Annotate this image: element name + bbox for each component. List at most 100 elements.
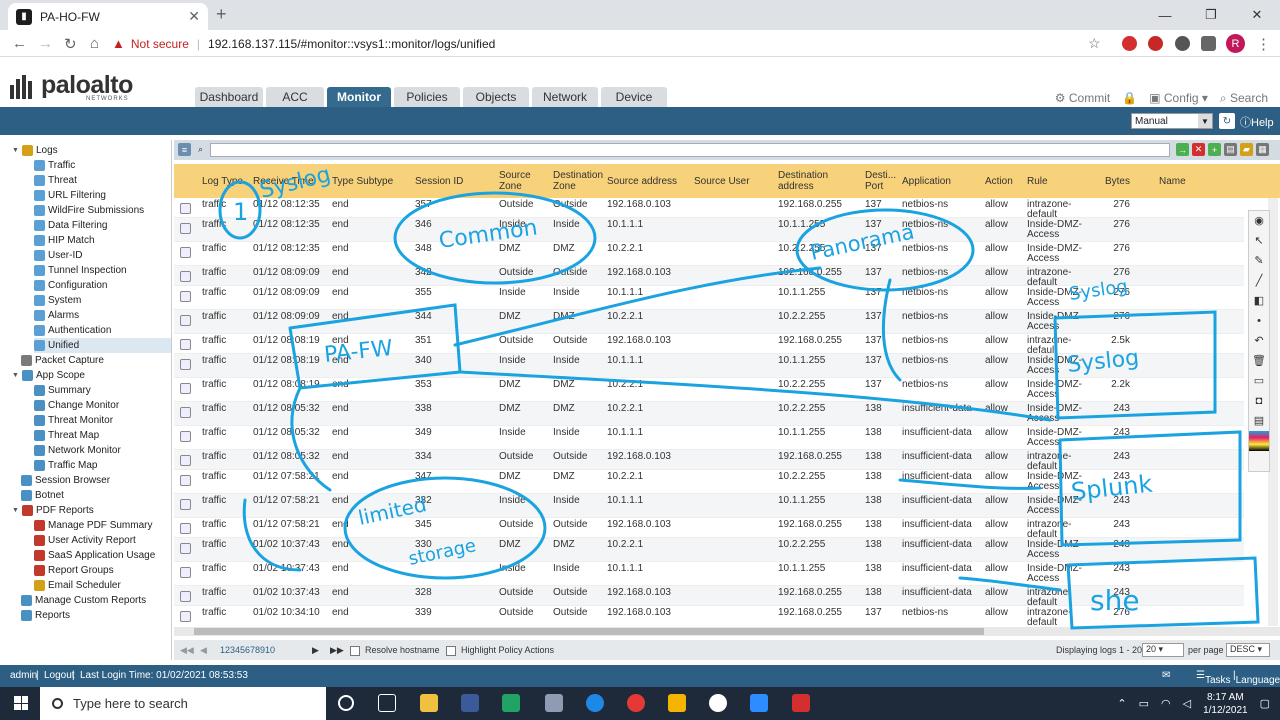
undo-icon[interactable]: ↶ [1249,331,1269,351]
page-numbers[interactable]: 12345678910 [220,645,275,655]
table-row[interactable]: traffic 01/12 08:08:19 end 340 Inside Inside 1… [174,354,1244,378]
tab-policies[interactable]: Policies [394,87,460,107]
log-detail-icon[interactable] [180,271,191,282]
per-page-select[interactable]: 20 ▾ [1142,643,1184,657]
log-detail-icon[interactable] [180,291,191,302]
table-row[interactable]: traffic 01/02 10:37:43 end 328 Outside Outsid… [174,586,1244,608]
inkscape-icon[interactable] [709,694,727,712]
table-row[interactable]: traffic 01/12 08:05:32 end 349 Inside Inside 1… [174,426,1244,450]
table-row[interactable]: traffic 01/12 07:58:21 end 345 Outside Outsid… [174,518,1244,540]
column-header-application[interactable]: Application [902,168,984,194]
board-icon[interactable]: ▭ [1249,371,1269,391]
search-button[interactable]: ⌕ Search [1220,91,1268,106]
apply-filter-icon[interactable]: → [1176,143,1189,156]
resolve-hostname-checkbox[interactable]: Resolve hostname [350,645,440,656]
acrobat-icon[interactable] [792,694,810,712]
table-row[interactable]: traffic 01/12 08:09:09 end 342 Outside Outsid… [174,266,1244,288]
column-header-dst-zone[interactable]: Destination Zone [553,168,605,194]
scroll-thumb[interactable] [194,628,984,635]
sidebar-item-authentication[interactable]: Authentication [34,323,111,338]
sidebar-item-summary[interactable]: Summary [34,383,91,398]
file-explorer-icon[interactable] [420,694,438,712]
config-button[interactable]: ▣ Config ▾ [1149,91,1208,106]
dot-icon[interactable]: • [1249,311,1269,331]
next-page-icon[interactable]: ▶ [312,645,319,656]
commit-button[interactable]: ⚙ Commit [1055,91,1110,106]
logout-link[interactable]: Logout [44,670,75,681]
expand-toggle-icon[interactable]: ▼ [12,507,21,514]
profile-avatar[interactable]: R [1226,34,1245,53]
table-row[interactable]: traffic 01/12 08:05:32 end 334 Outside Outsid… [174,450,1244,472]
address-bar[interactable]: ▲ Not secure | 192.168.137.115/#monitor:… [112,31,1112,56]
column-header-src-zone[interactable]: Source Zone [499,168,551,194]
column-header-dst-port[interactable]: Desti... Port [865,168,901,194]
chrome-icon[interactable] [627,694,645,712]
clipboard-icon[interactable]: ▤ [1249,411,1269,431]
table-row[interactable]: traffic 01/12 08:08:19 end 353 DMZ DMZ 10.2.2.… [174,378,1244,402]
messages-icon[interactable]: ✉ [1162,670,1170,681]
sidebar-item-url-filtering[interactable]: URL Filtering [34,188,106,203]
language-button[interactable]: | Language [1233,670,1280,686]
sidebar-item-saas-application-usage[interactable]: SaaS Application Usage [34,548,155,563]
log-detail-icon[interactable] [180,543,191,554]
adblock-icon[interactable] [1148,36,1163,51]
sidebar-item-threat-monitor[interactable]: Threat Monitor [34,413,113,428]
sidebar-item-configuration[interactable]: Configuration [34,278,107,293]
column-header-name[interactable]: Name [1159,168,1219,194]
sidebar-item-logs[interactable]: ▼ Logs [12,143,58,158]
sidebar-item-manage-pdf-summary[interactable]: Manage PDF Summary [34,518,152,533]
sidebar-item-packet-capture[interactable]: Packet Capture [21,353,104,368]
tab-dashboard[interactable]: Dashboard [195,87,263,107]
clock[interactable]: 8:17 AM 1/12/2021 [1203,691,1248,717]
network-app-icon[interactable] [461,694,479,712]
column-header-log-type[interactable]: Log Type [202,168,252,194]
forward-icon[interactable]: → [38,35,53,52]
add-filter-icon[interactable]: + [1208,143,1221,156]
log-detail-icon[interactable] [180,475,191,486]
tray-chevron-icon[interactable]: ⌃ [1117,697,1126,710]
pycharm-icon[interactable] [502,694,520,712]
tray-network-icon[interactable]: ▭ [1139,697,1149,710]
back-icon[interactable]: ← [12,35,27,52]
log-detail-icon[interactable] [180,499,191,510]
new-tab-icon[interactable]: + [216,4,227,25]
clear-filter-icon[interactable]: ✕ [1192,143,1205,156]
sidebar-item-traffic-map[interactable]: Traffic Map [34,458,97,473]
first-page-icon[interactable]: ◀◀ [180,645,194,656]
table-row[interactable]: traffic 01/12 07:58:21 end 332 Inside Inside 1… [174,494,1244,518]
sort-order-select[interactable]: DESC ▾ [1226,643,1270,657]
reload-icon[interactable]: ↻ [64,35,77,53]
table-row[interactable]: traffic 01/02 10:34:10 end 339 Outside Outsid… [174,606,1244,628]
cortana-icon[interactable] [338,695,354,711]
column-header-src-addr[interactable]: Source address [607,168,693,194]
table-row[interactable]: traffic 01/02 10:37:43 end Inside Inside 10.1… [174,562,1244,586]
tasks-button[interactable]: ☰ Tasks [1196,670,1231,686]
column-header-receive-time[interactable]: Receive Time [253,168,331,194]
table-row[interactable]: traffic 01/12 08:05:32 end 338 DMZ DMZ 10.2.2.… [174,402,1244,426]
last-page-icon[interactable]: ▶▶ [330,645,344,656]
sidebar-item-network-monitor[interactable]: Network Monitor [34,443,121,458]
horizontal-scrollbar[interactable] [174,627,1280,636]
sidebar-item-pdf-reports[interactable]: ▼ PDF Reports [12,503,94,518]
home-icon[interactable]: ⌂ [90,35,99,52]
column-header-session-id[interactable]: Session ID [415,168,497,194]
log-detail-icon[interactable] [180,223,191,234]
browser-tab[interactable]: ▮ PA-HO-FW ✕ [8,3,208,30]
sidebar-item-user-id[interactable]: User-ID [34,248,82,263]
log-detail-icon[interactable] [180,567,191,578]
log-detail-icon[interactable] [180,591,191,602]
log-detail-icon[interactable] [180,407,191,418]
sidebar-item-reports[interactable]: Reports [21,608,70,623]
table-row[interactable]: traffic 01/12 07:58:21 end 347 DMZ DMZ 10.2.2.… [174,470,1244,494]
sidebar-item-traffic[interactable]: Traffic [34,158,75,173]
sidebar-item-threat-map[interactable]: Threat Map [34,428,99,443]
close-tab-icon[interactable]: ✕ [188,8,200,25]
table-row[interactable]: traffic 01/02 10:37:43 end 330 DMZ DMZ 10.2.2.… [174,538,1244,562]
save-filter-icon[interactable]: ▤ [1224,143,1237,156]
column-header-subtype[interactable]: Type Subtype [332,168,412,194]
filter-toggle-icon[interactable]: ≡ [178,143,191,156]
eye-icon[interactable]: ◉ [1249,211,1269,231]
log-detail-icon[interactable] [180,203,191,214]
extension-icon[interactable] [1122,36,1137,51]
log-detail-icon[interactable] [180,247,191,258]
